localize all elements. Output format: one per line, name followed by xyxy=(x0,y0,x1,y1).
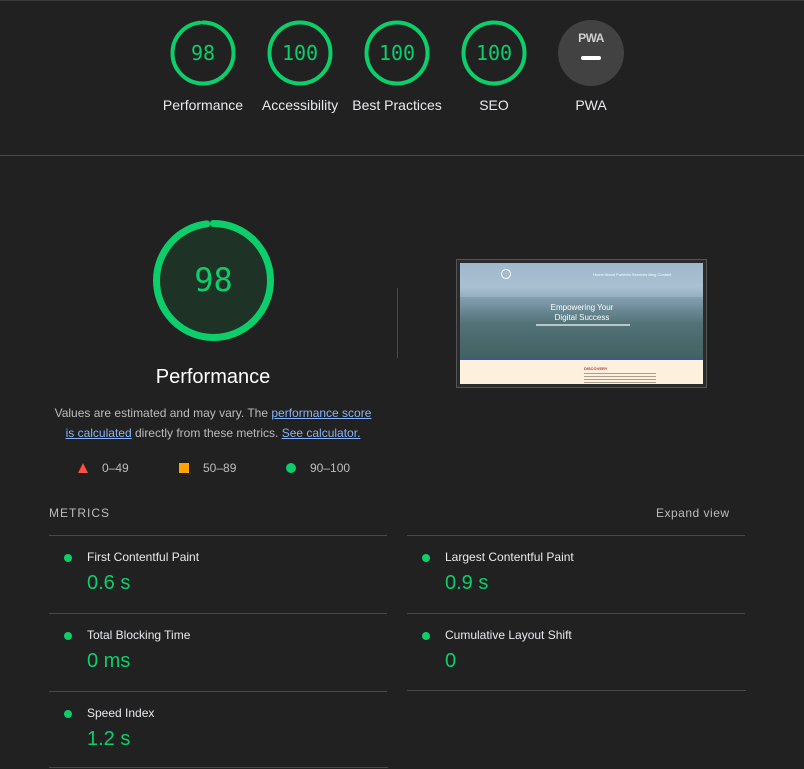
performance-description: Values are estimated and may vary. The p… xyxy=(49,403,377,443)
metric-value: 0 xyxy=(445,650,457,672)
pwa-badge-text: PWA xyxy=(578,31,604,45)
metric-first-contentful-paint: First Contentful Paint 0.6 s xyxy=(49,535,387,613)
gauge-ring: 100 xyxy=(267,20,333,86)
performance-gauge: 98 xyxy=(153,220,274,341)
gauge-best-practices[interactable]: 100 Best Practices xyxy=(352,20,442,115)
gauge-label: PWA xyxy=(575,97,607,113)
gauge-label: SEO xyxy=(479,97,509,113)
screenshot-image: Home About Portfolio Services Blog Conta… xyxy=(460,263,703,384)
see-calculator-link[interactable]: See calculator. xyxy=(282,426,361,440)
dash-icon xyxy=(581,56,601,60)
gauge-score: 98 xyxy=(190,41,216,65)
section-text xyxy=(584,373,656,383)
hero-subtitle xyxy=(536,324,630,326)
metric-speed-index: Speed Index 1.2 s xyxy=(49,691,387,769)
pwa-icon: PWA xyxy=(558,20,624,86)
metric-title: Total Blocking Time xyxy=(87,628,191,642)
metrics-divider xyxy=(49,767,388,768)
gauge-score: 100 xyxy=(378,41,416,65)
metric-largest-contentful-paint: Largest Contentful Paint 0.9 s xyxy=(407,535,745,613)
gauge-pwa[interactable]: PWA PWA xyxy=(546,20,636,115)
desc-prefix: Values are estimated and may vary. The xyxy=(54,406,272,420)
desc-middle: directly from these metrics. xyxy=(131,426,282,440)
metrics-divider xyxy=(407,690,746,691)
gauge-label: Accessibility xyxy=(261,97,339,113)
pass-dot-icon xyxy=(64,632,72,640)
expand-view-button[interactable]: Expand view xyxy=(656,506,730,520)
metrics-heading: METRICS xyxy=(49,506,110,520)
legend-pass-label: 90–100 xyxy=(310,461,351,475)
gauge-label: Performance xyxy=(162,97,244,113)
blue-band xyxy=(460,357,703,360)
pass-dot-icon xyxy=(64,710,72,718)
final-screenshot[interactable]: Home About Portfolio Services Blog Conta… xyxy=(456,259,707,388)
gauge-performance[interactable]: 98 Performance xyxy=(158,20,248,115)
site-nav: Home About Portfolio Services Blog Conta… xyxy=(593,272,672,277)
metric-value: 0.9 s xyxy=(445,572,489,594)
gauge-accessibility[interactable]: 100 Accessibility xyxy=(255,20,345,115)
metric-total-blocking-time: Total Blocking Time 0 ms xyxy=(49,613,387,691)
hero-title: Empowering Your Digital Success xyxy=(530,303,634,323)
gauge-ring: 100 xyxy=(461,20,527,86)
performance-title: Performance xyxy=(155,366,271,388)
square-icon xyxy=(179,463,189,473)
triangle-icon xyxy=(78,463,88,473)
circle-icon xyxy=(286,463,296,473)
gauge-label: Best Practices xyxy=(352,97,442,113)
gauge-ring: 98 xyxy=(170,20,236,86)
gauge-score: 100 xyxy=(281,41,319,65)
metric-title: First Contentful Paint xyxy=(87,550,200,564)
metric-title: Largest Contentful Paint xyxy=(445,550,574,564)
category-gauges: 98 Performance 100 Accessibility 100 Bes… xyxy=(0,0,804,156)
metric-value: 0.6 s xyxy=(87,572,131,594)
logo-icon xyxy=(501,269,511,279)
performance-score: 98 xyxy=(194,261,233,299)
metric-title: Speed Index xyxy=(87,706,155,720)
metric-value: 1.2 s xyxy=(87,728,131,750)
metric-title: Cumulative Layout Shift xyxy=(445,628,572,642)
section-label: DISCOVERY xyxy=(584,366,608,371)
vertical-divider xyxy=(397,288,398,358)
gauge-score: 100 xyxy=(475,41,513,65)
pass-dot-icon xyxy=(422,632,430,640)
gauge-ring: 100 xyxy=(364,20,430,86)
pass-dot-icon xyxy=(422,554,430,562)
pass-dot-icon xyxy=(64,554,72,562)
hero-title-line1: Empowering Your xyxy=(550,303,614,312)
legend-average-label: 50–89 xyxy=(203,461,237,475)
metric-value: 0 ms xyxy=(87,650,131,672)
gauge-seo[interactable]: 100 SEO xyxy=(449,20,539,115)
legend-fail-label: 0–49 xyxy=(102,461,129,475)
metric-cumulative-layout-shift: Cumulative Layout Shift 0 xyxy=(407,613,745,691)
hero-title-line2: Digital Success xyxy=(554,313,610,322)
pwa-badge: PWA xyxy=(558,20,624,86)
